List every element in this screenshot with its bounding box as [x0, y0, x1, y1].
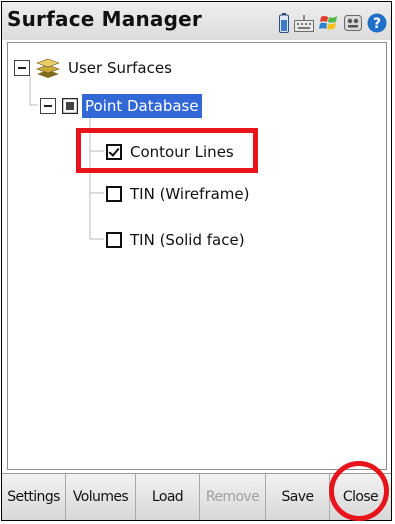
- window-title: Surface Manager: [7, 7, 202, 31]
- point-database-label: Point Database: [82, 94, 202, 118]
- windows-flag-icon[interactable]: [319, 13, 339, 33]
- speaker-icon[interactable]: [344, 14, 362, 32]
- collapse-toggle-user-surfaces[interactable]: [14, 60, 30, 76]
- contour-lines-label: Contour Lines: [130, 143, 234, 161]
- title-bar: Surface Manager ?: [2, 2, 391, 40]
- layers-icon: [36, 58, 60, 78]
- tin-wireframe-checkbox[interactable]: [106, 186, 122, 202]
- tree-node-point-database[interactable]: Point Database: [40, 94, 202, 118]
- keyboard-icon[interactable]: [294, 13, 314, 33]
- svg-text:?: ?: [373, 16, 381, 32]
- tree-node-user-surfaces[interactable]: User Surfaces: [14, 58, 172, 78]
- tree-item-tin-wireframe[interactable]: TIN (Wireframe): [106, 185, 250, 203]
- tin-wireframe-label: TIN (Wireframe): [130, 185, 250, 203]
- close-button[interactable]: Close: [330, 474, 391, 520]
- volumes-button[interactable]: Volumes: [66, 474, 136, 520]
- tree-item-tin-solid-face[interactable]: TIN (Solid face): [106, 231, 245, 249]
- status-icons: ?: [279, 12, 387, 34]
- save-button[interactable]: Save: [266, 474, 330, 520]
- remove-button[interactable]: Remove: [200, 474, 266, 520]
- bottom-toolbar: Settings Volumes Load Remove Save Close: [2, 473, 391, 520]
- load-button[interactable]: Load: [136, 474, 200, 520]
- tin-solid-face-checkbox[interactable]: [106, 232, 122, 248]
- tin-solid-face-label: TIN (Solid face): [130, 231, 245, 249]
- database-icon: [62, 98, 78, 114]
- tree-item-contour-lines[interactable]: Contour Lines: [106, 143, 234, 161]
- user-surfaces-label: User Surfaces: [68, 59, 172, 77]
- collapse-toggle-point-database[interactable]: [40, 98, 56, 114]
- contour-lines-checkbox[interactable]: [106, 144, 122, 160]
- battery-icon[interactable]: [279, 13, 289, 33]
- surface-tree: User Surfaces Point Database Contour Lin…: [7, 42, 387, 470]
- settings-button[interactable]: Settings: [2, 474, 66, 520]
- surface-manager-window: Surface Manager ? User Surfaces Point Da…: [1, 1, 392, 521]
- help-icon[interactable]: ?: [367, 13, 387, 33]
